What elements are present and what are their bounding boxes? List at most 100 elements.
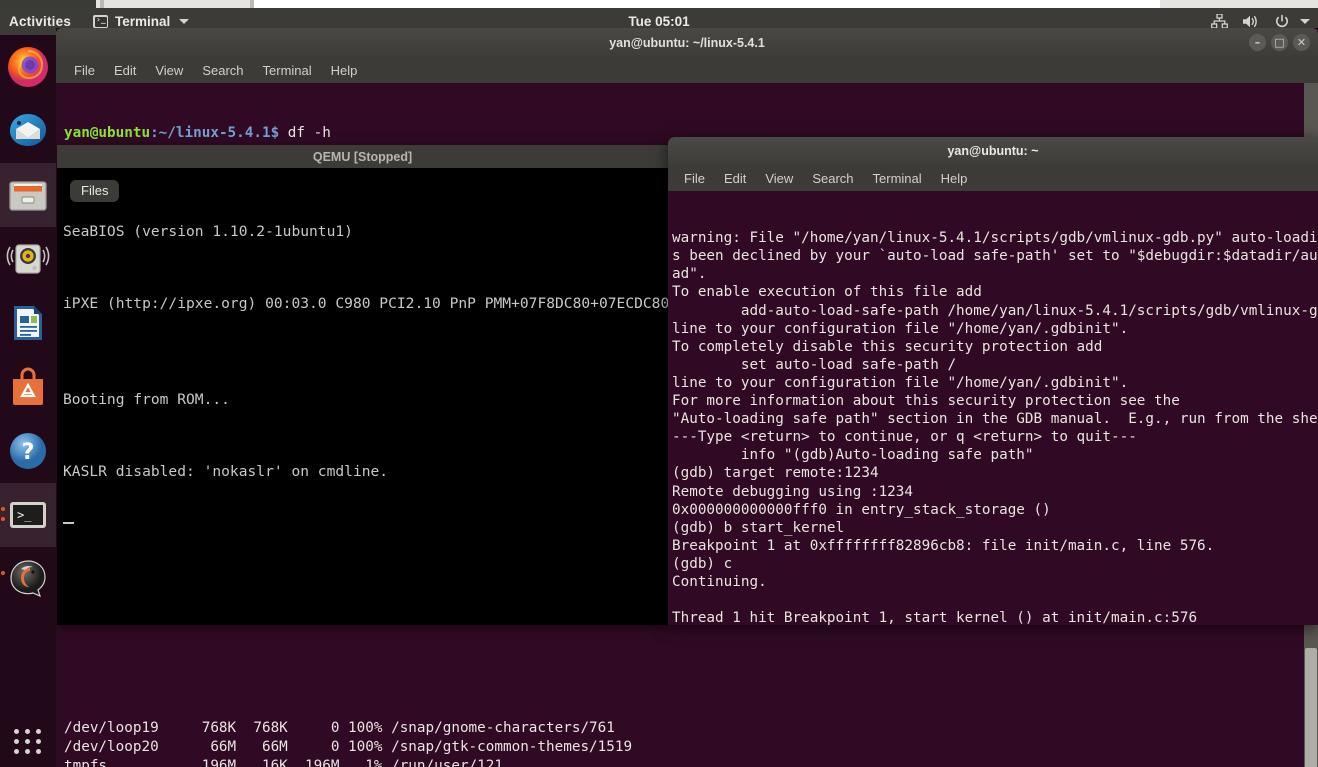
gdb-menu-help[interactable]: Help: [941, 171, 968, 186]
running-indicator-dot: [1, 507, 5, 511]
gdb-terminal-window: yan@ubuntu: ~ File Edit View Search Term…: [668, 137, 1318, 625]
terminal-line: tmpfs 196M 16K 196M 1% /run/user/121: [64, 757, 503, 767]
gdb-menu-edit[interactable]: Edit: [724, 171, 746, 186]
dock-item-terminal[interactable]: >_: [0, 483, 56, 547]
dock-item-help[interactable]: ?: [0, 419, 56, 483]
maximize-button[interactable]: □: [1271, 34, 1288, 51]
terminal-line: Breakpoint 1 at 0xffffffff82896cb8: file…: [672, 537, 1215, 554]
network-icon[interactable]: [1211, 14, 1228, 29]
terminal-line: iPXE (http://ipxe.org) 00:03.0 C980 PCI2…: [63, 295, 714, 312]
terminal-line: set auto-load safe-path /: [672, 356, 957, 373]
ubuntu-software-icon: [6, 365, 50, 409]
main-terminal-menubar: File Edit View Search Terminal Help: [56, 57, 1318, 83]
terminal-icon: [93, 13, 109, 28]
dock-tooltip-files: Files: [70, 180, 120, 202]
terminal-line: For more information about this security…: [672, 393, 1180, 410]
terminal-line: /dev/loop19 768K 768K 0 100% /snap/gnome…: [64, 720, 615, 737]
qemu-window: QEMU [Stopped] SeaBIOS (version 1.10.2-1…: [57, 145, 714, 625]
dock-item-libreoffice-writer[interactable]: [0, 291, 56, 355]
files-icon: [6, 173, 50, 217]
terminal-line: Continuing.: [672, 573, 767, 590]
dock-item-rhythmbox[interactable]: [0, 227, 56, 291]
clock[interactable]: Tue 05:01: [628, 14, 689, 29]
gdb-menu-file[interactable]: File: [684, 171, 705, 186]
dock-item-files[interactable]: [0, 163, 56, 227]
terminal-line: (gdb) target remote:1234: [672, 465, 879, 482]
prompt-path: :~/linux-5.4.1$: [150, 125, 280, 142]
terminal-line: Remote debugging using :1234: [672, 483, 914, 500]
rhythmbox-icon: [6, 237, 50, 281]
gdb-menu-search[interactable]: Search: [812, 171, 853, 186]
main-terminal-title: yan@ubuntu: ~/linux-5.4.1: [609, 35, 765, 50]
thunderbird-icon: [6, 109, 50, 153]
terminal-line: info "(gdb)Auto-loading safe path": [672, 447, 1034, 464]
terminal-line: To enable execution of this file add: [672, 284, 982, 301]
firefox-icon: [6, 45, 50, 89]
terminal-line: ad".: [672, 266, 707, 283]
ubuntu-dock: ? >_: [0, 35, 56, 767]
terminal-line: Booting from ROM...: [63, 391, 230, 408]
dock-item-qemu[interactable]: [0, 547, 56, 611]
gdb-menu-terminal[interactable]: Terminal: [873, 171, 922, 186]
terminal-line: SeaBIOS (version 1.10.2-1ubuntu1): [63, 223, 353, 240]
window-buttons: – □ ✕: [1249, 34, 1310, 51]
terminal-scrollbar-thumb[interactable]: [1305, 648, 1317, 767]
gdb-terminal-titlebar[interactable]: yan@ubuntu: ~: [668, 137, 1318, 165]
running-indicator-dot: [1, 517, 5, 521]
gdb-menu-view[interactable]: View: [765, 171, 793, 186]
terminal-line: line to your configuration file "/home/y…: [672, 320, 1129, 337]
terminal-line: add-auto-load-safe-path /home/yan/linux-…: [672, 302, 1318, 319]
menu-view[interactable]: View: [155, 63, 183, 78]
app-menu-button[interactable]: Terminal: [93, 13, 190, 29]
activities-button[interactable]: Activities: [9, 14, 71, 29]
minimize-button[interactable]: –: [1249, 34, 1266, 51]
menu-search[interactable]: Search: [202, 63, 243, 78]
terminal-line: s been declined by your `auto-load safe-…: [672, 248, 1318, 265]
qemu-cursor: [63, 510, 74, 524]
terminal-line: To completely disable this security prot…: [672, 338, 1103, 355]
terminal-line: 0x000000000000fff0 in entry_stack_storag…: [672, 501, 1051, 518]
gdb-terminal-menubar: File Edit View Search Terminal Help: [668, 165, 1318, 191]
qemu-titlebar[interactable]: QEMU [Stopped]: [57, 145, 668, 168]
show-applications-button[interactable]: [0, 721, 56, 761]
terminal-line: KASLR disabled: 'nokaslr' on cmdline.: [63, 463, 389, 480]
volume-icon[interactable]: [1242, 14, 1260, 29]
dock-item-thunderbird[interactable]: [0, 99, 56, 163]
menu-terminal[interactable]: Terminal: [263, 63, 312, 78]
menu-file[interactable]: File: [74, 63, 95, 78]
offscreen-window-edges: [0, 0, 1318, 8]
chevron-down-icon[interactable]: [1300, 19, 1310, 24]
terminal-line: "Auto-loading safe path" section in the …: [672, 411, 1318, 428]
svg-text:>_: >_: [17, 508, 32, 522]
main-terminal-titlebar[interactable]: yan@ubuntu: ~/linux-5.4.1 – □ ✕: [56, 28, 1318, 57]
running-indicator-dot: [1, 571, 5, 575]
terminal-icon: >_: [6, 493, 50, 537]
libreoffice-writer-icon: [6, 301, 50, 345]
terminal-line: Thread 1 hit Breakpoint 1, start_kernel …: [672, 610, 1198, 625]
dock-item-firefox[interactable]: [0, 35, 56, 99]
terminal-line: ---Type <return> to continue, or q <retu…: [672, 429, 1137, 446]
desktop-screen: Activities Terminal Tue 05:01 yan@ubuntu…: [0, 0, 1318, 767]
qemu-title: QEMU [Stopped]: [312, 149, 413, 164]
app-menu-label: Terminal: [115, 14, 171, 29]
terminal-line: line to your configuration file "/home/y…: [672, 374, 1129, 391]
terminal-line: (gdb) c: [672, 555, 733, 572]
close-button[interactable]: ✕: [1293, 34, 1310, 51]
gdb-output[interactable]: warning: File "/home/yan/linux-5.4.1/scr…: [668, 191, 1318, 625]
command-text: df -h: [279, 125, 331, 142]
qemu-icon: [6, 557, 50, 601]
menu-edit[interactable]: Edit: [114, 63, 136, 78]
qemu-console-output[interactable]: SeaBIOS (version 1.10.2-1ubuntu1) iPXE (…: [57, 168, 714, 625]
menu-help[interactable]: Help: [331, 63, 358, 78]
terminal-line: warning: File "/home/yan/linux-5.4.1/scr…: [672, 230, 1318, 247]
dock-item-ubuntu-software[interactable]: [0, 355, 56, 419]
terminal-line: /dev/loop20 66M 66M 0 100% /snap/gtk-com…: [64, 739, 633, 756]
prompt-user: yan@ubuntu: [64, 125, 151, 142]
